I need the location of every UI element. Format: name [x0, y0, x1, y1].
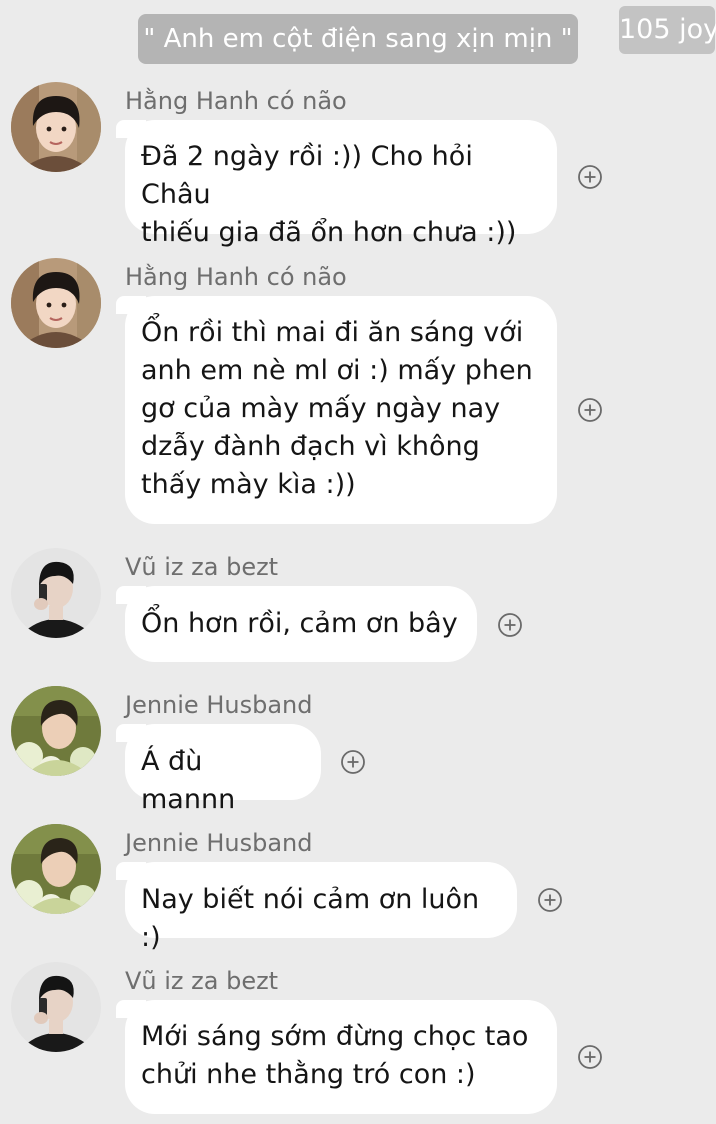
add-reaction-icon[interactable] [577, 397, 603, 423]
add-reaction-icon[interactable] [577, 1044, 603, 1070]
message-bubble[interactable]: Ổn rồi thì mai đi ăn sáng với anh em nè … [116, 296, 557, 524]
add-reaction-icon[interactable] [340, 749, 366, 775]
avatar-image [11, 82, 101, 172]
add-reaction-icon[interactable] [497, 612, 523, 638]
sender-name: Hằng Hanh có não [125, 263, 347, 291]
avatar-image [11, 686, 101, 776]
avatar-image [11, 962, 101, 1052]
message-bubble[interactable]: Á đù mannn [116, 724, 321, 815]
avatar[interactable] [11, 548, 101, 638]
avatar[interactable] [11, 258, 101, 348]
sender-name: Jennie Husband [125, 691, 313, 719]
avatar-image [11, 824, 101, 914]
sender-name: Hằng Hanh có não [125, 87, 347, 115]
sender-name: Vũ iz za bezt [125, 967, 279, 995]
group-name-pill[interactable]: " Anh em cột điện sang xịn mịn " [138, 14, 578, 64]
avatar[interactable] [11, 82, 101, 172]
sender-name: Jennie Husband [125, 829, 313, 857]
avatar[interactable] [11, 686, 101, 776]
avatar-image [11, 548, 101, 638]
sender-name: Vũ iz za bezt [125, 553, 279, 581]
avatar-image [11, 258, 101, 348]
add-reaction-icon[interactable] [537, 887, 563, 913]
message-bubble[interactable]: Nay biết nói cảm ơn luôn :) [116, 862, 517, 953]
add-reaction-icon[interactable] [577, 164, 603, 190]
message-bubble[interactable]: Ổn hơn rồi, cảm ơn bây [116, 586, 477, 662]
avatar[interactable] [11, 824, 101, 914]
message-bubble[interactable]: Đã 2 ngày rồi :)) Cho hỏi Châu thiếu gia… [116, 120, 557, 248]
count-badge: 105 joy [619, 6, 716, 54]
message-bubble[interactable]: Mới sáng sớm đừng chọc tao chửi nhe thằn… [116, 1000, 557, 1114]
avatar[interactable] [11, 962, 101, 1052]
